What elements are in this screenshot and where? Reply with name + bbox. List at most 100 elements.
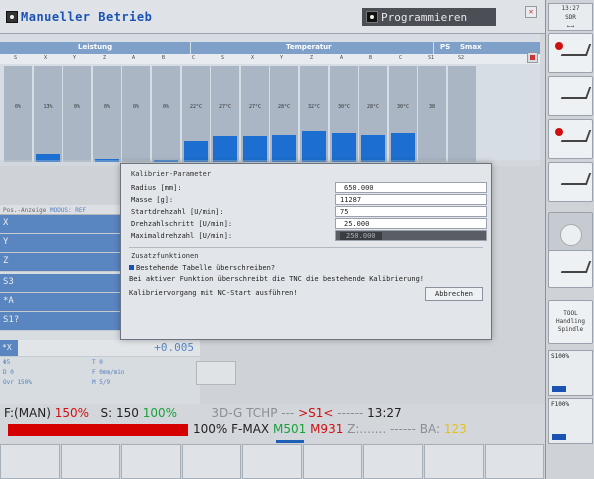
softkey-7[interactable]: [363, 444, 423, 479]
column-fill-bar: [391, 133, 415, 162]
chart-column: 28°C: [359, 66, 388, 162]
field-label: Radius [mm]:: [131, 184, 182, 192]
feed-override-block[interactable]: F100%: [548, 398, 593, 444]
softkey-3[interactable]: [121, 444, 181, 479]
spindle-override-block[interactable]: S100%: [548, 350, 593, 396]
softkey-tool-2[interactable]: [548, 76, 593, 116]
axis-code: A: [340, 55, 344, 61]
circle-icon: [559, 224, 582, 246]
axis-code: Y: [73, 55, 77, 61]
tool-sub1: Handling: [556, 318, 585, 325]
status-s-value: 150: [116, 406, 139, 420]
status-m931: M931: [310, 422, 344, 436]
radius-input[interactable]: 650.000: [335, 182, 487, 193]
column-value-label: 30°C: [396, 104, 410, 110]
axis-code: Z: [310, 55, 314, 61]
column-fill-bar: [243, 136, 267, 162]
chart-column: [448, 66, 477, 162]
column-value-label: 32°C: [307, 104, 321, 110]
field-speed-step: Drehzahlschritt [U/min]: 25.000: [129, 218, 487, 229]
column-value-label: 0%: [103, 104, 111, 110]
mode-manual[interactable]: Manueller Betrieb: [6, 9, 152, 25]
stop-icon[interactable]: [527, 52, 538, 63]
group-label-ps: PS: [440, 43, 451, 51]
tool-icon: [560, 44, 592, 56]
overwrite-checkbox[interactable]: Bestehende Tabelle überschreiben?: [129, 264, 483, 272]
axis-code: Y: [280, 55, 284, 61]
column-value-label: 22°C: [189, 104, 203, 110]
softkey-6[interactable]: [302, 444, 363, 479]
red-dot-icon: [555, 42, 563, 50]
softkey-tool-red[interactable]: [548, 33, 593, 73]
softkey-5[interactable]: [242, 444, 302, 479]
softkey-2[interactable]: [60, 444, 121, 479]
status-s-label: S:: [100, 406, 113, 420]
status-line2-pct: 100%: [193, 422, 228, 436]
axis-code: S1: [428, 55, 435, 61]
chart-group-header: Leistung Temperatur PS Smax: [0, 42, 540, 54]
chart-column: 30°C: [330, 66, 359, 162]
field-label: Startdrehzahl [U/min]:: [131, 208, 224, 216]
axis-code: X: [44, 55, 48, 61]
chart-column: 27°C: [241, 66, 270, 162]
status-s-pct: 100%: [142, 406, 178, 420]
clock-line3: ←→: [566, 23, 575, 30]
dialog-note: Bei aktiver Funktion überschreibt die TN…: [129, 275, 425, 283]
softkey-tool-handling[interactable]: TOOL Handling Spindle: [548, 300, 593, 344]
start-speed-input[interactable]: 75: [335, 206, 487, 217]
spindle-override-label: S100%: [551, 353, 570, 360]
status-z: Z:.......: [347, 422, 387, 436]
mass-input[interactable]: 11287: [335, 194, 487, 205]
status-line-1: F:(MAN) 150% S: 150 100% 3D-G TCHP --- >…: [0, 404, 545, 422]
status-s1: >S1<: [298, 406, 334, 420]
checkbox-indicator: [129, 265, 134, 270]
field-label: Maximaldrehzahl [U/min]:: [131, 232, 233, 240]
status-time: 13:27: [367, 406, 402, 420]
dialog-action-text: Kalibriervorgang mit NC-Start ausführen!: [129, 289, 298, 297]
column-fill-bar: [302, 131, 326, 162]
speed-step-input[interactable]: 25.000: [335, 218, 487, 229]
clock-line2: SDR: [565, 14, 576, 21]
axis-code: S: [14, 55, 18, 61]
field-mass: Masse [g]: 11287: [129, 194, 487, 205]
column-fill-bar: [213, 136, 237, 162]
tool-icon: [560, 87, 592, 99]
max-speed-input[interactable]: 250.000: [335, 230, 487, 241]
axis-code: B: [369, 55, 373, 61]
feed-warning-bar: [8, 424, 188, 436]
max-speed-value: 250.000: [340, 232, 382, 240]
status-ba: BA:: [419, 422, 441, 436]
column-value-label: 27°C: [248, 104, 262, 110]
column-value-label: 27°C: [218, 104, 232, 110]
bottom-softkey-bar: [0, 443, 545, 479]
chart-column: 0%: [122, 66, 151, 162]
column-fill-bar: [184, 141, 208, 162]
softkey-tool-3[interactable]: [548, 119, 593, 159]
tool-icon: [560, 173, 592, 185]
softkey-9[interactable]: [484, 444, 545, 479]
chart-column: 0%: [93, 66, 122, 162]
softkey-tool-4[interactable]: [548, 162, 593, 202]
softkey-1[interactable]: [0, 444, 60, 479]
column-value-label: 13%: [43, 104, 53, 110]
calibration-dialog: Kalibrier-Parameter Radius [mm]: 650.000…: [120, 163, 492, 340]
close-icon[interactable]: ✕: [525, 6, 537, 18]
cancel-button[interactable]: Abbrechen: [425, 287, 483, 301]
column-value-label: 0%: [132, 104, 140, 110]
softkey-4[interactable]: [181, 444, 242, 479]
axis-code: Z: [103, 55, 107, 61]
field-start-speed: Startdrehzahl [U/min]: 75: [129, 206, 487, 217]
field-label: Drehzahlschritt [U/min]:: [131, 220, 233, 228]
field-max-speed: Maximaldrehzahl [U/min]: 250.000: [129, 230, 487, 241]
axis-code: S2: [458, 55, 465, 61]
tool-sub2: Spindle: [557, 326, 584, 333]
softkey-wrench[interactable]: [548, 250, 593, 288]
mode-left-title: Manueller Betrieb: [21, 10, 153, 24]
mode-programming[interactable]: Programmieren: [362, 8, 496, 26]
chart-column: 28°C: [270, 66, 299, 162]
column-fill-bar: [272, 135, 296, 162]
axis-code: X: [251, 55, 255, 61]
mode-right-title: Programmieren: [381, 10, 468, 24]
softkey-8[interactable]: [423, 444, 484, 479]
dialog-section-extra: Zusatzfunktionen: [131, 252, 199, 260]
